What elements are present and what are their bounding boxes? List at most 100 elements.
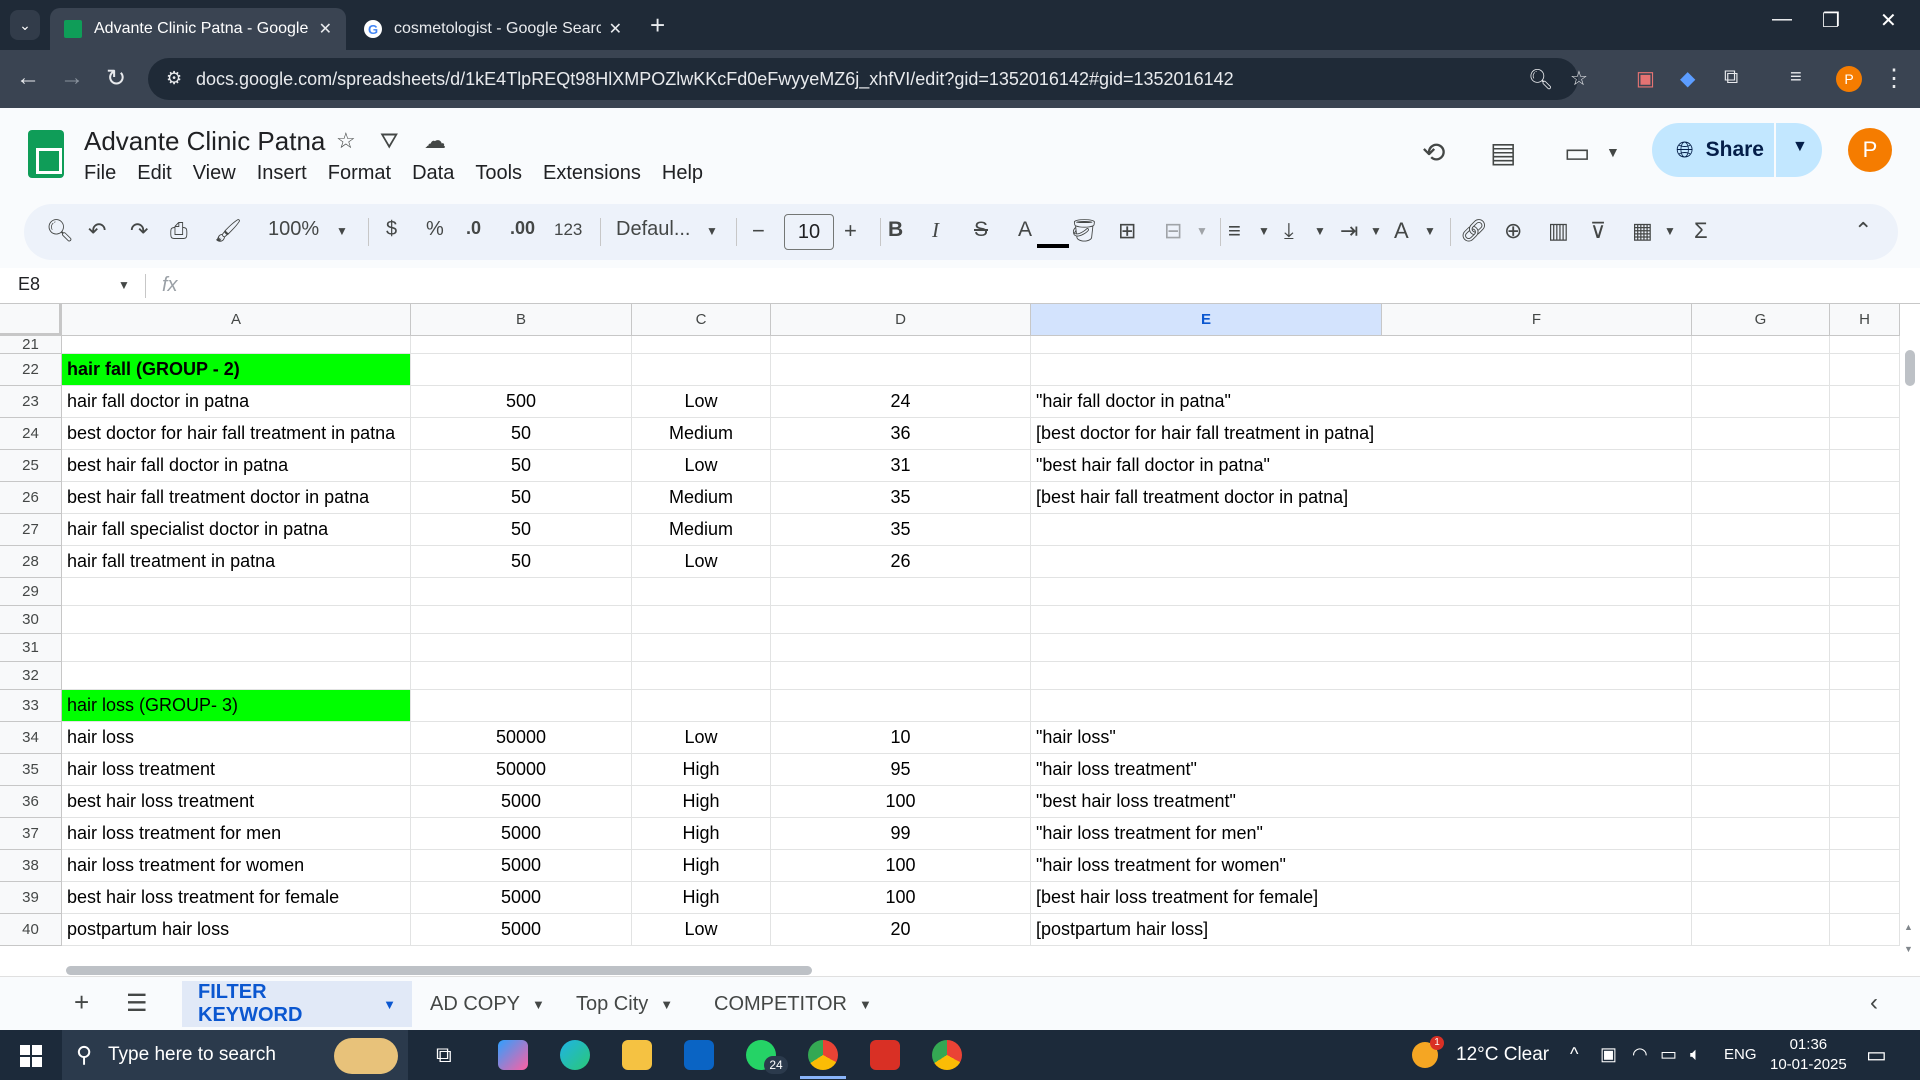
volume-icon[interactable]: 🔈︎ xyxy=(1690,1044,1701,1065)
chrome-profile-icon[interactable] xyxy=(932,1040,962,1070)
menu-file[interactable]: File xyxy=(84,162,116,185)
cell-e22[interactable] xyxy=(1031,354,1382,386)
sheets-logo-icon[interactable] xyxy=(28,130,64,178)
row-number[interactable]: 21 xyxy=(0,336,62,354)
extensions-puzzle-icon[interactable]: ⧉ xyxy=(1724,66,1738,89)
comments-icon[interactable]: ▤ xyxy=(1490,136,1516,169)
cell-f38[interactable] xyxy=(1382,850,1692,882)
cell-c23[interactable]: Low xyxy=(632,386,771,418)
wrap-dropdown-icon[interactable]: ▼ xyxy=(1370,224,1382,238)
cell-d27[interactable]: 35 xyxy=(771,514,1031,546)
cell-e23[interactable]: "hair fall doctor in patna" xyxy=(1031,386,1382,418)
meet-now-icon[interactable]: ▣ xyxy=(1600,1044,1617,1065)
row-number[interactable]: 34 xyxy=(0,722,62,754)
row-number[interactable]: 35 xyxy=(0,754,62,786)
meet-dropdown-icon[interactable]: ▼ xyxy=(1606,144,1620,160)
cell-e35[interactable]: "hair loss treatment" xyxy=(1031,754,1382,786)
cell-a35[interactable]: hair loss treatment xyxy=(62,754,411,786)
cell-g23[interactable] xyxy=(1692,386,1830,418)
zoom-select[interactable]: 100% xyxy=(268,218,319,241)
cell-h25[interactable] xyxy=(1830,450,1900,482)
zoom-dropdown-icon[interactable]: ▼ xyxy=(336,224,348,238)
vertical-align-icon[interactable]: ⤓ xyxy=(1284,218,1294,244)
meet-camera-icon[interactable]: ▭ xyxy=(1564,136,1590,169)
maximize-window-icon[interactable]: ❐ xyxy=(1822,8,1840,33)
all-sheets-menu-icon[interactable]: ☰ xyxy=(126,989,148,1018)
omnibox[interactable]: ⚙ docs.google.com/spreadsheets/d/1kE4Tlp… xyxy=(148,58,1588,100)
cell-a22[interactable]: hair fall (GROUP - 2) xyxy=(62,354,411,386)
column-header-a[interactable]: A xyxy=(62,304,411,336)
h-align-dropdown-icon[interactable]: ▼ xyxy=(1258,224,1270,238)
row-number[interactable]: 32 xyxy=(0,662,62,690)
borders-icon[interactable]: ⊞ xyxy=(1118,218,1136,244)
cell-f29[interactable] xyxy=(1382,578,1692,606)
cloud-saved-icon[interactable]: ☁ xyxy=(424,128,446,154)
cell-b24[interactable]: 50 xyxy=(411,418,632,450)
cell-f24[interactable] xyxy=(1382,418,1692,450)
explore-collapse-icon[interactable]: ‹ xyxy=(1870,989,1878,1017)
cell-g30[interactable] xyxy=(1692,606,1830,634)
row-number[interactable]: 24 xyxy=(0,418,62,450)
cell-d37[interactable]: 99 xyxy=(771,818,1031,850)
cell-c37[interactable]: High xyxy=(632,818,771,850)
row-number[interactable]: 38 xyxy=(0,850,62,882)
sheet-tab-top-city[interactable]: Top City ▼ xyxy=(560,981,689,1027)
copilot-icon[interactable] xyxy=(498,1040,528,1070)
paint-format-icon[interactable]: 🖌︎ xyxy=(214,218,242,244)
column-header-f[interactable]: F xyxy=(1382,304,1692,336)
print-icon[interactable]: ⎙ xyxy=(170,218,188,244)
document-title[interactable]: Advante Clinic Patna xyxy=(84,126,325,157)
insert-link-icon[interactable]: 🔗︎ xyxy=(1460,218,1488,244)
column-header-b[interactable]: B xyxy=(411,304,632,336)
cell-d35[interactable]: 95 xyxy=(771,754,1031,786)
cell-e32[interactable] xyxy=(1031,662,1382,690)
cell-h30[interactable] xyxy=(1830,606,1900,634)
cell-g29[interactable] xyxy=(1692,578,1830,606)
cell-b32[interactable] xyxy=(411,662,632,690)
cell-b27[interactable]: 50 xyxy=(411,514,632,546)
cell-d23[interactable]: 24 xyxy=(771,386,1031,418)
cell-e31[interactable] xyxy=(1031,634,1382,662)
cell-g34[interactable] xyxy=(1692,722,1830,754)
scroll-down-arrow-icon[interactable]: ▼ xyxy=(1904,944,1913,954)
cell-f34[interactable] xyxy=(1382,722,1692,754)
sheet-tab-competitor[interactable]: COMPETITOR ▼ xyxy=(698,981,888,1027)
cell-a28[interactable]: hair fall treatment in patna xyxy=(62,546,411,578)
cell-g22[interactable] xyxy=(1692,354,1830,386)
menu-view[interactable]: View xyxy=(193,162,236,185)
increase-decimal-button[interactable]: .00 xyxy=(510,218,535,239)
cell-c38[interactable]: High xyxy=(632,850,771,882)
tab-cosmetologist-search[interactable]: G cosmetologist - Google Search ✕ xyxy=(350,8,636,50)
cell-f40[interactable] xyxy=(1382,914,1692,946)
cell-b39[interactable]: 5000 xyxy=(411,882,632,914)
row-number[interactable]: 39 xyxy=(0,882,62,914)
cell-h26[interactable] xyxy=(1830,482,1900,514)
v-align-dropdown-icon[interactable]: ▼ xyxy=(1314,224,1326,238)
sheet-tab-filter-keyword[interactable]: FILTER KEYWORD ▼ xyxy=(182,981,412,1027)
cell-b21[interactable] xyxy=(411,336,632,354)
cell-c32[interactable] xyxy=(632,662,771,690)
cell-f21[interactable] xyxy=(1382,336,1692,354)
cell-d26[interactable]: 35 xyxy=(771,482,1031,514)
cell-b29[interactable] xyxy=(411,578,632,606)
merge-dropdown-icon[interactable]: ▼ xyxy=(1196,224,1208,238)
cell-h33[interactable] xyxy=(1830,690,1900,722)
cell-a27[interactable]: hair fall specialist doctor in patna xyxy=(62,514,411,546)
cell-g25[interactable] xyxy=(1692,450,1830,482)
row-number[interactable]: 27 xyxy=(0,514,62,546)
cell-c39[interactable]: High xyxy=(632,882,771,914)
row-number[interactable]: 28 xyxy=(0,546,62,578)
new-tab-plus-icon[interactable]: + xyxy=(650,10,665,40)
menu-data[interactable]: Data xyxy=(412,162,454,185)
weather-text[interactable]: 12°C Clear xyxy=(1456,1044,1549,1066)
strikethrough-button[interactable]: S xyxy=(974,218,988,242)
cell-f36[interactable] xyxy=(1382,786,1692,818)
insert-comment-icon[interactable]: ⊕ xyxy=(1504,218,1522,244)
filter-views-icon[interactable]: ▦ xyxy=(1632,218,1653,244)
cell-c28[interactable]: Low xyxy=(632,546,771,578)
cell-h40[interactable] xyxy=(1830,914,1900,946)
cell-d39[interactable]: 100 xyxy=(771,882,1031,914)
cell-g36[interactable] xyxy=(1692,786,1830,818)
cell-b40[interactable]: 5000 xyxy=(411,914,632,946)
percent-format-button[interactable]: % xyxy=(426,218,444,241)
